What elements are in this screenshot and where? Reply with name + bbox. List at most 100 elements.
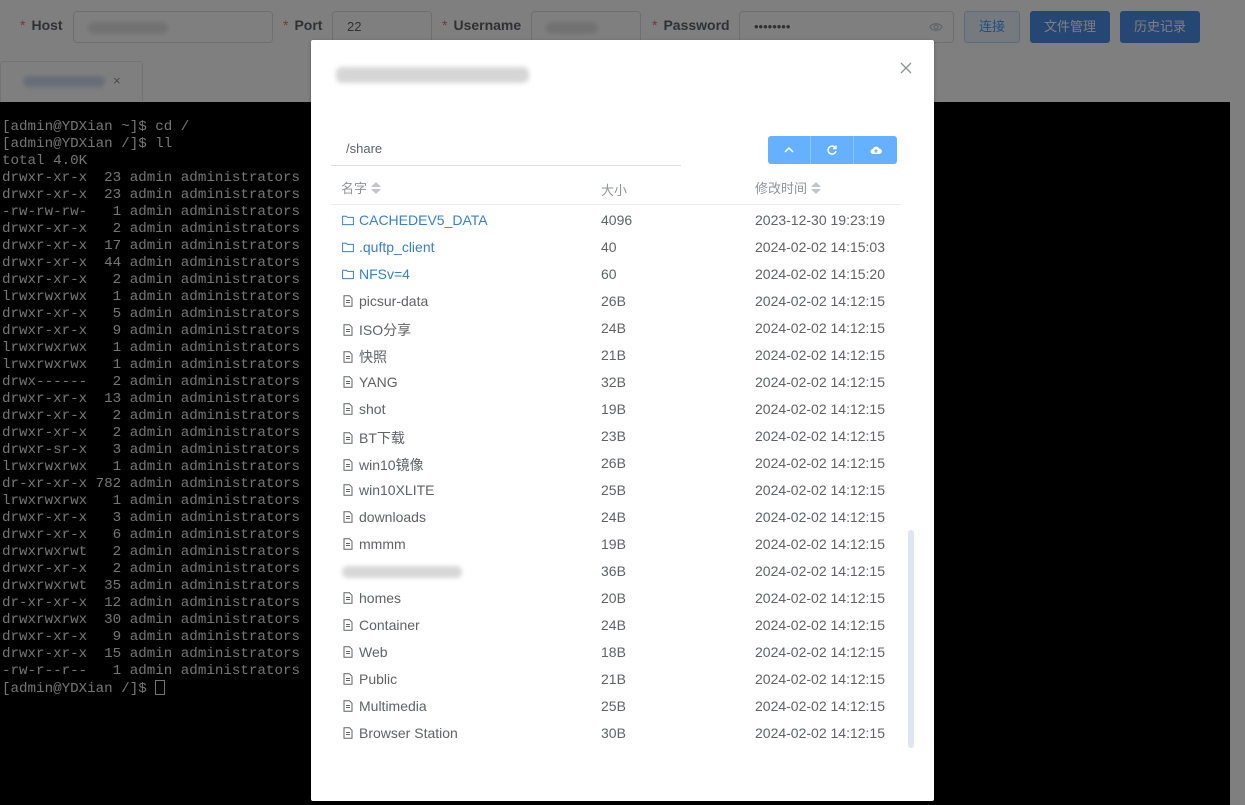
file-modified-time: 2023-12-30 19:23:19 xyxy=(755,212,885,228)
file-size: 36B xyxy=(601,563,626,579)
file-size: 26B xyxy=(601,455,626,471)
file-row[interactable]: picsur-data 26B 2024-02-02 14:12:15 xyxy=(331,288,901,315)
file-name: Web xyxy=(359,644,388,660)
folder-icon xyxy=(342,269,354,280)
file-icon xyxy=(343,538,353,550)
file-row[interactable]: .quftp_client 40 2024-02-02 14:15:03 xyxy=(331,234,901,261)
file-icon xyxy=(343,700,353,712)
dialog-title-redacted xyxy=(336,67,529,83)
file-row[interactable]: CACHEDEV5_DATA 4096 2023-12-30 19:23:19 xyxy=(331,207,901,234)
file-row[interactable]: win10XLITE 25B 2024-02-02 14:12:15 xyxy=(331,477,901,504)
file-modified-time: 2024-02-02 14:12:15 xyxy=(755,509,885,525)
file-name-cell[interactable]: homes xyxy=(342,590,401,606)
file-icon xyxy=(343,432,353,444)
file-name-cell[interactable]: ISO分享 xyxy=(342,320,411,340)
file-name-cell[interactable]: mmmm xyxy=(342,536,406,552)
folder-link[interactable]: NFSv=4 xyxy=(342,266,410,282)
file-row[interactable]: Multimedia 25B 2024-02-02 14:12:15 xyxy=(331,693,901,720)
file-name-cell[interactable]: YANG xyxy=(342,374,398,390)
file-modified-time: 2024-02-02 14:12:15 xyxy=(755,347,885,363)
file-size: 21B xyxy=(601,671,626,687)
sort-icon[interactable] xyxy=(371,182,382,194)
close-icon[interactable] xyxy=(898,60,914,76)
file-icon xyxy=(343,592,353,604)
file-size: 24B xyxy=(601,509,626,525)
file-modified-time: 2024-02-02 14:12:15 xyxy=(755,725,885,741)
file-name-cell[interactable]: 快照 xyxy=(342,347,387,367)
file-icon xyxy=(343,324,353,336)
file-modified-time: 2024-02-02 14:12:15 xyxy=(755,644,885,660)
file-name-cell[interactable] xyxy=(342,563,462,579)
file-name-cell[interactable]: win10XLITE xyxy=(342,482,434,498)
upload-button[interactable] xyxy=(854,136,897,164)
file-name-cell[interactable]: BT下载 xyxy=(342,428,405,448)
file-name-cell[interactable]: Multimedia xyxy=(342,698,427,714)
file-name-cell[interactable]: Container xyxy=(342,617,420,633)
column-name[interactable]: 名字 xyxy=(341,178,382,197)
file-modified-time: 2024-02-02 14:12:15 xyxy=(755,563,885,579)
file-name: 快照 xyxy=(359,349,387,365)
file-name: picsur-data xyxy=(359,293,429,309)
file-name: .quftp_client xyxy=(359,239,435,255)
file-icon xyxy=(343,403,353,415)
file-modified-time: 2024-02-02 14:12:15 xyxy=(755,455,885,471)
file-row[interactable]: Web 18B 2024-02-02 14:12:15 xyxy=(331,639,901,666)
file-name-cell[interactable]: picsur-data xyxy=(342,293,428,309)
file-name: Browser Station xyxy=(359,725,458,741)
file-row[interactable]: mmmm 19B 2024-02-02 14:12:15 xyxy=(331,531,901,558)
file-modified-time: 2024-02-02 14:15:03 xyxy=(755,239,885,255)
sort-icon[interactable] xyxy=(811,182,822,194)
file-modified-time: 2024-02-02 14:12:15 xyxy=(755,320,885,336)
cloud-upload-icon xyxy=(870,146,882,154)
file-row[interactable]: shot 19B 2024-02-02 14:12:15 xyxy=(331,396,901,423)
file-size: 21B xyxy=(601,347,626,363)
file-size: 24B xyxy=(601,320,626,336)
file-size: 26B xyxy=(601,293,626,309)
file-size: 19B xyxy=(601,536,626,552)
file-row[interactable]: BT下载 23B 2024-02-02 14:12:15 xyxy=(331,423,901,450)
file-row[interactable]: homes 20B 2024-02-02 14:12:15 xyxy=(331,585,901,612)
go-up-button[interactable] xyxy=(768,136,811,164)
file-row[interactable]: Browser Station 30B 2024-02-02 14:12:15 xyxy=(331,720,901,747)
file-modified-time: 2024-02-02 14:12:15 xyxy=(755,293,885,309)
file-row[interactable]: 快照 21B 2024-02-02 14:12:15 xyxy=(331,342,901,369)
file-row[interactable]: downloads 24B 2024-02-02 14:12:15 xyxy=(331,504,901,531)
file-row[interactable]: ISO分享 24B 2024-02-02 14:12:15 xyxy=(331,315,901,342)
folder-icon xyxy=(342,242,354,253)
file-name-cell[interactable]: downloads xyxy=(342,509,426,525)
file-icon xyxy=(343,351,353,363)
folder-icon xyxy=(342,215,354,226)
refresh-button[interactable] xyxy=(811,136,854,164)
file-name: CACHEDEV5_DATA xyxy=(359,212,488,228)
file-row[interactable]: Container 24B 2024-02-02 14:12:15 xyxy=(331,612,901,639)
file-icon xyxy=(343,511,353,523)
column-modified[interactable]: 修改时间 xyxy=(755,178,822,197)
file-size: 4096 xyxy=(601,212,633,228)
folder-link[interactable]: CACHEDEV5_DATA xyxy=(342,212,488,228)
file-name: downloads xyxy=(359,509,426,525)
file-name: win10XLITE xyxy=(359,482,435,498)
file-row[interactable]: YANG 32B 2024-02-02 14:12:15 xyxy=(331,369,901,396)
scrollbar-thumb[interactable] xyxy=(908,530,914,748)
file-row[interactable]: NFSv=4 60 2024-02-02 14:15:20 xyxy=(331,261,901,288)
file-name-cell[interactable]: shot xyxy=(342,401,385,417)
file-modified-time: 2024-02-02 14:12:15 xyxy=(755,671,885,687)
file-name-cell[interactable]: Public xyxy=(342,671,397,687)
file-icon xyxy=(343,619,353,631)
file-size: 20B xyxy=(601,590,626,606)
file-name-cell[interactable]: Browser Station xyxy=(342,725,458,741)
file-name: homes xyxy=(359,590,402,606)
file-size: 19B xyxy=(601,401,626,417)
file-name: Container xyxy=(359,617,420,633)
file-row[interactable]: Public 21B 2024-02-02 14:12:15 xyxy=(331,666,901,693)
file-name-cell[interactable]: win10镜像 xyxy=(342,455,424,475)
file-table-header: 名字 大小 修改时间 xyxy=(331,170,901,205)
file-name-cell[interactable]: Web xyxy=(342,644,388,660)
folder-link[interactable]: .quftp_client xyxy=(342,239,435,255)
file-modified-time: 2024-02-02 14:12:15 xyxy=(755,401,885,417)
file-row[interactable]: win10镜像 26B 2024-02-02 14:12:15 xyxy=(331,450,901,477)
file-size: 25B xyxy=(601,482,626,498)
file-row[interactable]: 36B 2024-02-02 14:12:15 xyxy=(331,558,901,585)
file-name: NFSv=4 xyxy=(359,266,410,282)
path-input[interactable] xyxy=(331,132,681,166)
